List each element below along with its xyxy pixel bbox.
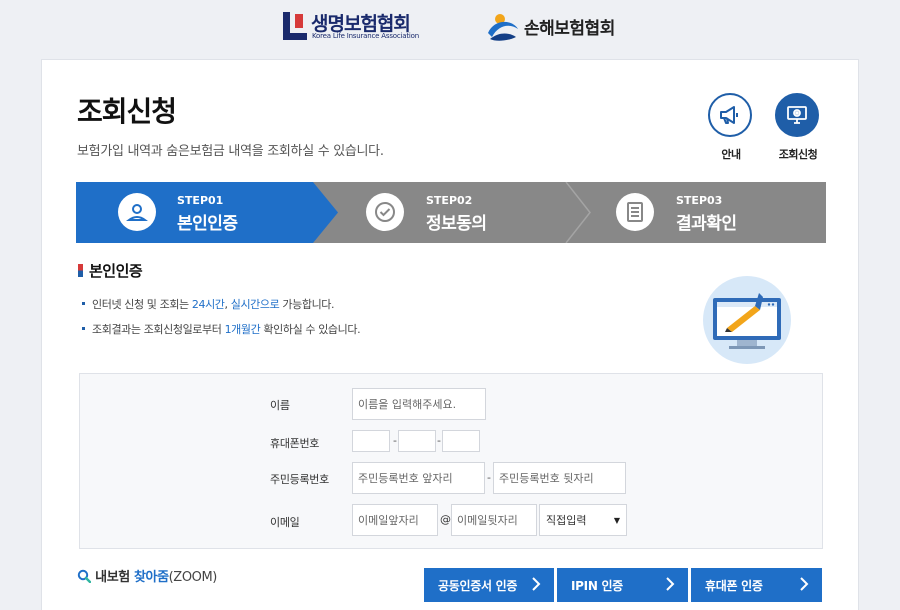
name-label: 이름 xyxy=(270,399,290,412)
step-2-number: STEP02 xyxy=(426,194,473,207)
notice-highlight: 24시간 xyxy=(191,298,225,311)
notice-highlight: 실시간으로 xyxy=(230,298,280,311)
phone-part3-input[interactable] xyxy=(442,430,480,452)
inquiry-apply-label: 조회신청 xyxy=(778,148,818,161)
bullet-icon xyxy=(82,302,85,305)
magnifier-icon xyxy=(77,569,92,584)
phone-auth-button[interactable]: 휴대폰 인증 xyxy=(691,568,822,602)
monitor-illustration-icon xyxy=(703,276,791,364)
section-title-text: 본인인증 xyxy=(89,262,143,280)
bullet-icon xyxy=(82,327,85,330)
main-card: 조회신청 보험가입 내역과 숨은보험금 내역을 조회하실 수 있습니다. 안내 … xyxy=(41,59,859,610)
association-logos: 생명보험협회 Korea Life Insurance Association … xyxy=(0,0,900,58)
chevron-right-icon xyxy=(666,577,675,591)
megaphone-icon xyxy=(720,106,738,124)
phone-label: 휴대폰번호 xyxy=(270,437,320,450)
page-title: 조회신청 xyxy=(77,95,177,128)
phone-separator: - xyxy=(393,434,397,447)
zoom-link[interactable]: 내보험 찾아줌(ZOOM) xyxy=(77,566,217,585)
ipin-auth-button[interactable]: IPIN 인증 xyxy=(557,568,688,602)
step-3-name: 결과확인 xyxy=(676,214,737,234)
notice-text: 가능합니다. xyxy=(279,298,335,311)
klia-logo-subtitle: Korea Life Insurance Association xyxy=(312,32,419,40)
step-3-number: STEP03 xyxy=(676,194,723,207)
rrn-front-input[interactable] xyxy=(352,462,485,494)
page-description: 보험가입 내역과 숨은보험금 내역을 조회하실 수 있습니다. xyxy=(77,144,384,159)
email-domain-select-value: 직접입력 xyxy=(546,514,587,527)
section-title: 본인인증 xyxy=(78,260,143,281)
klia-logo[interactable]: 생명보험협회 Korea Life Insurance Association xyxy=(283,11,428,43)
email-at-sign: @ xyxy=(440,513,451,526)
section-title-bar xyxy=(78,264,83,277)
email-domain-select[interactable]: 직접입력 ▼ xyxy=(539,504,627,536)
step-1-name: 본인인증 xyxy=(177,214,238,234)
certificate-auth-label: 공동인증서 인증 xyxy=(438,578,518,593)
step-1-circle xyxy=(118,193,156,231)
rrn-back-input[interactable] xyxy=(493,462,626,494)
email-domain-input[interactable] xyxy=(451,504,537,536)
inquiry-apply-button[interactable]: 조회신청 xyxy=(775,93,821,162)
person-icon xyxy=(126,204,148,221)
gnia-logo-mark-icon xyxy=(488,14,518,41)
name-input[interactable] xyxy=(352,388,486,420)
identity-form: 이름 휴대폰번호 - - 주민등록번호 - 이메일 @ 직접입력 ▼ xyxy=(79,373,823,549)
monitor-icon xyxy=(787,106,807,124)
ipin-auth-label: IPIN 인증 xyxy=(571,578,623,593)
guide-circle xyxy=(708,93,752,137)
zoom-text-1: 내보험 xyxy=(95,570,134,585)
klia-logo-mark-icon xyxy=(283,12,307,40)
gnia-logo-name: 손해보험협회 xyxy=(524,19,615,39)
notice-list: 인터넷 신청 및 조회는 24시간, 실시간으로 가능합니다. 조회결과는 조회… xyxy=(82,296,361,346)
notice-item: 조회결과는 조회신청일로부터 1개월간 확인하실 수 있습니다. xyxy=(82,321,361,337)
inquiry-apply-circle xyxy=(775,93,819,137)
check-icon xyxy=(375,202,395,222)
chevron-down-icon: ▼ xyxy=(613,515,620,525)
notice-text: 확인하실 수 있습니다. xyxy=(260,323,361,336)
certificate-auth-button[interactable]: 공동인증서 인증 xyxy=(424,568,554,602)
rrn-separator: - xyxy=(487,471,491,484)
step-1-number: STEP01 xyxy=(177,194,224,207)
step-2-circle xyxy=(366,193,404,231)
email-label: 이메일 xyxy=(270,516,300,529)
notice-item: 인터넷 신청 및 조회는 24시간, 실시간으로 가능합니다. xyxy=(82,296,360,312)
chevron-right-icon xyxy=(532,577,541,591)
gnia-logo[interactable]: 손해보험협회 xyxy=(486,11,626,43)
guide-button[interactable]: 안내 xyxy=(708,93,754,162)
zoom-text-3: (ZOOM) xyxy=(168,570,218,585)
notice-highlight: 1개월간 xyxy=(224,323,261,336)
step-3-circle xyxy=(616,193,654,231)
document-icon xyxy=(627,202,643,222)
guide-label: 안내 xyxy=(721,148,741,161)
phone-part1-input[interactable] xyxy=(352,430,390,452)
phone-auth-label: 휴대폰 인증 xyxy=(705,578,763,593)
notice-text: 인터넷 신청 및 조회는 xyxy=(92,298,192,311)
chevron-right-icon xyxy=(800,577,809,591)
phone-separator: - xyxy=(437,434,441,447)
step-progress-bar: STEP01 본인인증 STEP02 정보동의 STEP03 결과확인 xyxy=(76,182,826,243)
email-local-input[interactable] xyxy=(352,504,438,536)
zoom-text-2: 찾아줌 xyxy=(133,570,169,585)
phone-part2-input[interactable] xyxy=(398,430,436,452)
step-2-name: 정보동의 xyxy=(426,214,487,234)
rrn-label: 주민등록번호 xyxy=(270,473,329,486)
notice-text: 조회결과는 조회신청일로부터 xyxy=(92,323,225,336)
